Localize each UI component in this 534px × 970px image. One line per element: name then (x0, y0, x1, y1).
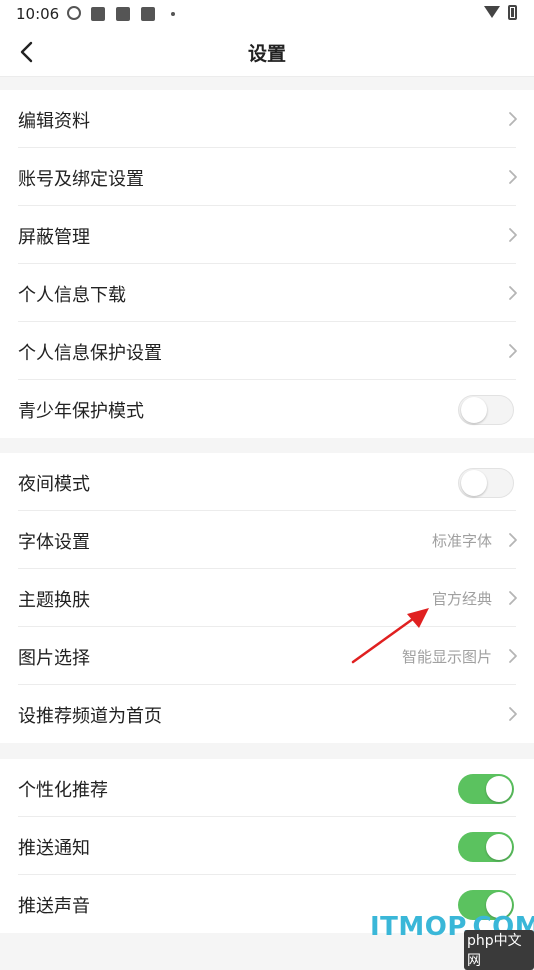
chevron-right-icon (509, 533, 517, 547)
settings-row-label: 个人信息保护设置 (18, 343, 162, 364)
settings-row-label: 图片选择 (18, 648, 90, 669)
chevron-right-icon (509, 286, 517, 300)
settings-row[interactable]: 屏蔽管理 (0, 206, 534, 264)
settings-row-value: 官方经典 (431, 590, 492, 608)
settings-row[interactable]: 编辑资料 (0, 90, 534, 148)
top-app-bar: 设置 (0, 28, 534, 77)
settings-row[interactable]: 图片选择 智能显示图片 (0, 627, 534, 685)
settings-row-label: 推送声音 (18, 896, 90, 917)
chevron-right-icon (509, 649, 517, 663)
toggle-switch[interactable] (458, 468, 514, 498)
settings-row[interactable]: 设推荐频道为首页 (0, 685, 534, 743)
watermark-sub: php中文网 (464, 930, 534, 970)
toggle-switch[interactable] (458, 832, 514, 862)
chevron-right-icon (509, 344, 517, 358)
battery-icon (508, 5, 517, 20)
notification-icon (91, 7, 105, 21)
chevron-right-icon (509, 170, 517, 184)
status-bar: 10:06 (0, 0, 534, 28)
toggle-knob (486, 776, 512, 802)
settings-row[interactable]: 个人信息下载 (0, 264, 534, 322)
settings-row-label: 个人信息下载 (18, 285, 126, 306)
settings-row[interactable]: 青少年保护模式 (0, 380, 534, 438)
settings-row-label: 推送通知 (18, 838, 90, 859)
toggle-switch[interactable] (458, 395, 514, 425)
chevron-right-icon (509, 591, 517, 605)
settings-section: 编辑资料账号及绑定设置 屏蔽管理个人信息下载个人信息保护设置 青少年保护模式 (0, 90, 534, 438)
settings-row-label: 屏蔽管理 (18, 227, 90, 248)
settings-row-label: 夜间模式 (18, 474, 90, 495)
settings-row[interactable]: 字体设置 标准字体 (0, 511, 534, 569)
settings-row[interactable]: 推送通知 (0, 817, 534, 875)
wifi-icon (484, 6, 500, 18)
annotation-arrow-icon (351, 608, 429, 664)
chevron-right-icon (509, 228, 517, 242)
toggle-knob (461, 397, 487, 423)
settings-row-label: 个性化推荐 (18, 780, 108, 801)
chevron-right-icon (509, 707, 517, 721)
settings-row-label: 设推荐频道为首页 (18, 706, 162, 727)
settings-row-value: 标准字体 (431, 532, 492, 550)
settings-row[interactable]: 夜间模式 (0, 453, 534, 511)
chevron-right-icon (509, 112, 517, 126)
status-time: 10:06 (16, 5, 60, 23)
settings-row-label: 账号及绑定设置 (18, 169, 144, 190)
toggle-knob (486, 834, 512, 860)
toggle-switch[interactable] (458, 774, 514, 804)
aperture-icon (67, 6, 81, 20)
settings-section: 个性化推荐推送通知推送声音 (0, 759, 534, 933)
settings-row-label: 编辑资料 (18, 111, 90, 132)
settings-row[interactable]: 账号及绑定设置 (0, 148, 534, 206)
notification-icon (141, 7, 155, 21)
page-title: 设置 (247, 43, 286, 65)
settings-section: 夜间模式字体设置 标准字体主题换肤 官方经典图片选择 智能显示图片设推荐频道为首页 (0, 453, 534, 743)
toggle-knob (461, 470, 487, 496)
settings-row-label: 主题换肤 (18, 590, 90, 611)
settings-row[interactable]: 主题换肤 官方经典 (0, 569, 534, 627)
notification-icon (116, 7, 130, 21)
settings-row[interactable]: 个性化推荐 (0, 759, 534, 817)
settings-row-label: 字体设置 (18, 532, 90, 553)
more-notifications-icon (171, 12, 175, 16)
settings-row[interactable]: 个人信息保护设置 (0, 322, 534, 380)
settings-row-label: 青少年保护模式 (18, 401, 144, 422)
